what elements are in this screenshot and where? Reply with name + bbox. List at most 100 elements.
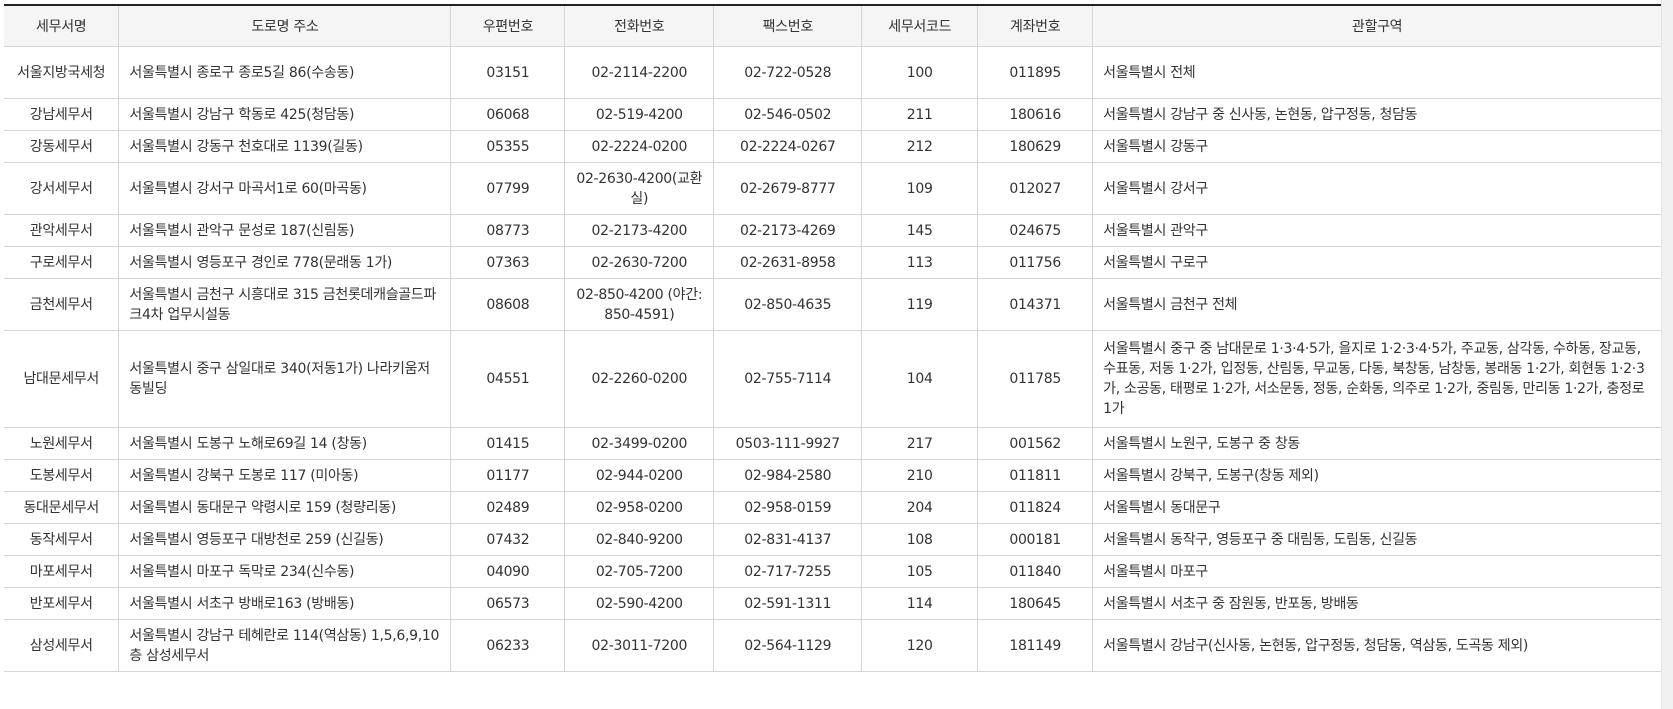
office-name-cell: 삼성세무서 <box>4 619 120 672</box>
account-cell: 180616 <box>977 98 1094 131</box>
zip-cell: 01415 <box>450 427 566 460</box>
fax-cell: 02-831-4137 <box>713 523 863 556</box>
header-phone: 전화번호 <box>564 6 715 47</box>
zip-cell: 02489 <box>450 491 566 524</box>
account-cell: 012027 <box>977 162 1094 215</box>
phone-cell: 02-2173-4200 <box>564 214 715 247</box>
zip-cell: 07432 <box>450 523 566 556</box>
account-cell: 014371 <box>977 278 1094 331</box>
fax-cell: 02-958-0159 <box>713 491 863 524</box>
account-cell: 181149 <box>977 619 1094 672</box>
office-name-cell: 서울지방국세청 <box>4 46 120 99</box>
code-cell: 210 <box>861 459 979 492</box>
page-scrollbar[interactable] <box>1661 0 1673 709</box>
account-cell: 011756 <box>977 246 1094 279</box>
table-row: 도봉세무서 서울특별시 강북구 도봉로 117 (미아동) 01177 02-9… <box>4 459 1661 492</box>
account-cell: 001562 <box>977 427 1094 460</box>
account-cell: 011811 <box>977 459 1094 492</box>
table-row: 마포세무서 서울특별시 마포구 독막로 234(신수동) 04090 02-70… <box>4 555 1661 588</box>
code-cell: 204 <box>861 491 979 524</box>
table-row: 반포세무서 서울특별시 서초구 방배로163 (방배동) 06573 02-59… <box>4 587 1661 620</box>
address-cell: 서울특별시 관악구 문성로 187(신림동) <box>118 214 452 247</box>
address-cell: 서울특별시 도봉구 노해로69길 14 (창동) <box>118 427 452 460</box>
jurisdiction-cell: 서울특별시 마포구 <box>1092 555 1661 588</box>
phone-cell: 02-3499-0200 <box>564 427 715 460</box>
address-cell: 서울특별시 금천구 시흥대로 315 금천롯데캐슬골드파크4차 업무시설동 <box>118 278 452 331</box>
table-row: 강서세무서 서울특별시 강서구 마곡서1로 60(마곡동) 07799 02-2… <box>4 162 1661 215</box>
jurisdiction-cell: 서울특별시 강북구, 도봉구(창동 제외) <box>1092 459 1661 492</box>
table-row: 동대문세무서 서울특별시 동대문구 약령시로 159 (청량리동) 02489 … <box>4 491 1661 524</box>
jurisdiction-cell: 서울특별시 동대문구 <box>1092 491 1661 524</box>
phone-cell: 02-840-9200 <box>564 523 715 556</box>
account-cell: 011895 <box>977 46 1094 99</box>
fax-cell: 02-2173-4269 <box>713 214 863 247</box>
phone-cell: 02-2630-4200(교환실) <box>564 162 715 215</box>
phone-cell: 02-2224-0200 <box>564 130 715 163</box>
fax-cell: 0503-111-9927 <box>713 427 863 460</box>
table-row: 강남세무서 서울특별시 강남구 학동로 425(청담동) 06068 02-51… <box>4 98 1661 131</box>
office-name-cell: 관악세무서 <box>4 214 120 247</box>
jurisdiction-cell: 서울특별시 강동구 <box>1092 130 1661 163</box>
header-zip-code: 우편번호 <box>450 6 566 47</box>
header-office-code: 세무서코드 <box>861 6 979 47</box>
phone-cell: 02-2630-7200 <box>564 246 715 279</box>
code-cell: 145 <box>861 214 979 247</box>
jurisdiction-cell: 서울특별시 금천구 전체 <box>1092 278 1661 331</box>
phone-cell: 02-3011-7200 <box>564 619 715 672</box>
zip-cell: 08608 <box>450 278 566 331</box>
fax-cell: 02-850-4635 <box>713 278 863 331</box>
code-cell: 217 <box>861 427 979 460</box>
phone-cell: 02-705-7200 <box>564 555 715 588</box>
address-cell: 서울특별시 강남구 테헤란로 114(역삼동) 1,5,6,9,10층 삼성세무… <box>118 619 452 672</box>
jurisdiction-cell: 서울특별시 강남구 중 신사동, 논현동, 압구정동, 청담동 <box>1092 98 1661 131</box>
jurisdiction-cell: 서울특별시 관악구 <box>1092 214 1661 247</box>
account-cell: 011840 <box>977 555 1094 588</box>
code-cell: 120 <box>861 619 979 672</box>
table-header-row: 세무서명 도로명 주소 우편번호 전화번호 팩스번호 세무서코드 계좌번호 관할… <box>4 6 1661 47</box>
address-cell: 서울특별시 마포구 독막로 234(신수동) <box>118 555 452 588</box>
account-cell: 000181 <box>977 523 1094 556</box>
jurisdiction-cell: 서울특별시 강서구 <box>1092 162 1661 215</box>
jurisdiction-cell: 서울특별시 서초구 중 잠원동, 반포동, 방배동 <box>1092 587 1661 620</box>
zip-cell: 01177 <box>450 459 566 492</box>
jurisdiction-cell: 서울특별시 전체 <box>1092 46 1661 99</box>
fax-cell: 02-2224-0267 <box>713 130 863 163</box>
address-cell: 서울특별시 서초구 방배로163 (방배동) <box>118 587 452 620</box>
zip-cell: 06068 <box>450 98 566 131</box>
office-name-cell: 반포세무서 <box>4 587 120 620</box>
fax-cell: 02-717-7255 <box>713 555 863 588</box>
zip-cell: 08773 <box>450 214 566 247</box>
header-fax: 팩스번호 <box>713 6 863 47</box>
address-cell: 서울특별시 강북구 도봉로 117 (미아동) <box>118 459 452 492</box>
zip-cell: 06573 <box>450 587 566 620</box>
fax-cell: 02-984-2580 <box>713 459 863 492</box>
code-cell: 108 <box>861 523 979 556</box>
account-cell: 180645 <box>977 587 1094 620</box>
tax-office-table-container: 세무서명 도로명 주소 우편번호 전화번호 팩스번호 세무서코드 계좌번호 관할… <box>4 4 1661 672</box>
address-cell: 서울특별시 종로구 종로5길 86(수송동) <box>118 46 452 99</box>
table-row: 금천세무서 서울특별시 금천구 시흥대로 315 금천롯데캐슬골드파크4차 업무… <box>4 278 1661 331</box>
office-name-cell: 강서세무서 <box>4 162 120 215</box>
phone-cell: 02-944-0200 <box>564 459 715 492</box>
address-cell: 서울특별시 강서구 마곡서1로 60(마곡동) <box>118 162 452 215</box>
zip-cell: 05355 <box>450 130 566 163</box>
office-name-cell: 노원세무서 <box>4 427 120 460</box>
phone-cell: 02-590-4200 <box>564 587 715 620</box>
address-cell: 서울특별시 동대문구 약령시로 159 (청량리동) <box>118 491 452 524</box>
office-name-cell: 동작세무서 <box>4 523 120 556</box>
header-road-address: 도로명 주소 <box>118 6 452 47</box>
account-cell: 024675 <box>977 214 1094 247</box>
phone-cell: 02-958-0200 <box>564 491 715 524</box>
office-name-cell: 마포세무서 <box>4 555 120 588</box>
table-row: 삼성세무서 서울특별시 강남구 테헤란로 114(역삼동) 1,5,6,9,10… <box>4 619 1661 672</box>
zip-cell: 07799 <box>450 162 566 215</box>
header-jurisdiction: 관할구역 <box>1092 6 1661 47</box>
zip-cell: 03151 <box>450 46 566 99</box>
table-row: 동작세무서 서울특별시 영등포구 대방천로 259 (신길동) 07432 02… <box>4 523 1661 556</box>
office-name-cell: 동대문세무서 <box>4 491 120 524</box>
code-cell: 100 <box>861 46 979 99</box>
header-account-number: 계좌번호 <box>977 6 1094 47</box>
address-cell: 서울특별시 강동구 천호대로 1139(길동) <box>118 130 452 163</box>
table-row: 관악세무서 서울특별시 관악구 문성로 187(신림동) 08773 02-21… <box>4 214 1661 247</box>
office-name-cell: 강남세무서 <box>4 98 120 131</box>
